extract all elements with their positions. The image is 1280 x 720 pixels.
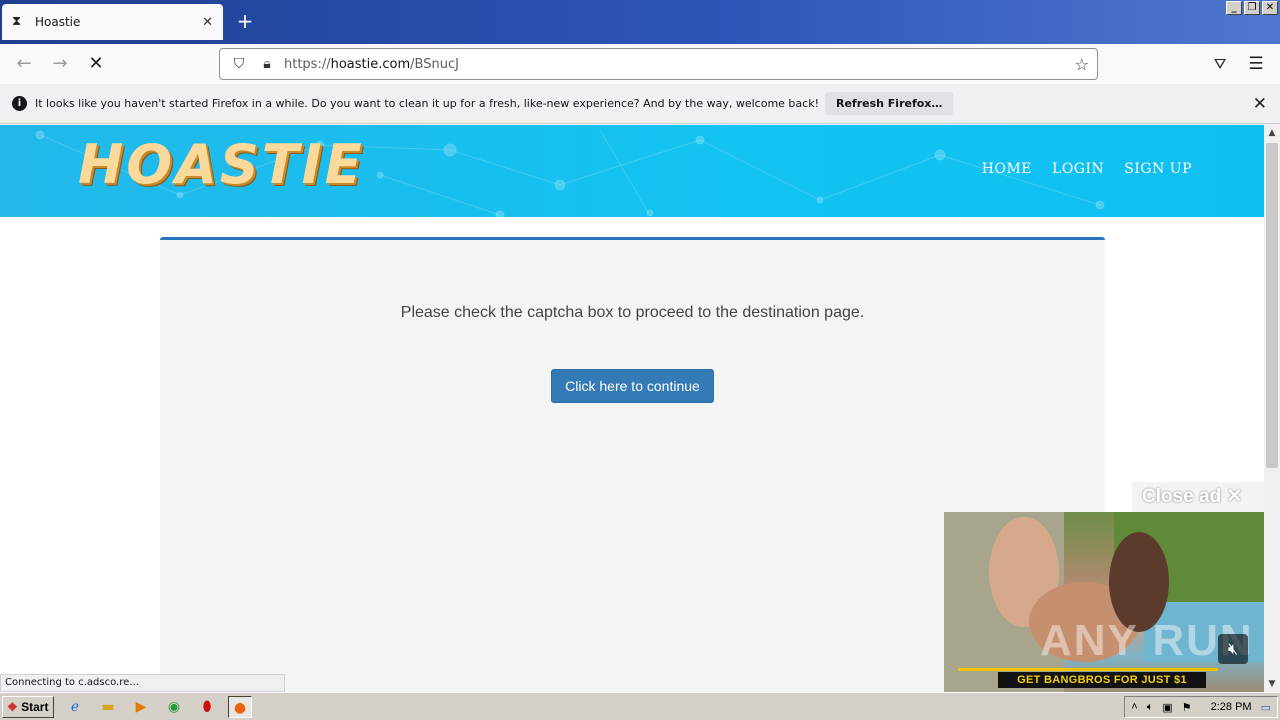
close-icon[interactable]: ✕ [202, 15, 213, 30]
chevron-up-icon[interactable]: ˄ [1131, 701, 1137, 713]
page-scrollbar[interactable]: ▲ ▼ [1264, 125, 1280, 692]
start-button[interactable]: ❖ Start [2, 695, 54, 718]
stop-loading-icon[interactable]: ✕ [84, 52, 108, 76]
notification-bar: i It looks like you haven't started Fire… [0, 84, 1280, 124]
scroll-up-icon[interactable]: ▲ [1264, 125, 1280, 141]
browser-tab-strip: ⧗ Hoastie ✕ + _ ❐ ✕ [0, 0, 1280, 44]
windows-taskbar: ❖ Start ℯ ▬ ▶ ◉ ⬮ ● ˄ 🔈︎ ▣ ⚑ 2:28 PM ▭ [0, 692, 1280, 720]
url-text[interactable]: https://hoastie.com/BSnucJ [284, 57, 1075, 72]
shield-icon[interactable]: ⛉ [228, 56, 250, 72]
network-icon[interactable]: ▣ [1162, 701, 1172, 714]
lock-icon[interactable]: 🔒︎ [256, 56, 278, 72]
volume-icon[interactable]: 🔈︎ [1147, 701, 1154, 714]
status-text: Connecting to c.adsco.re… [0, 674, 285, 692]
pocket-icon[interactable]: ⛛ [1208, 52, 1232, 76]
site-logo[interactable]: HOASTIE [78, 133, 365, 196]
tab-title: Hoastie [35, 15, 81, 29]
site-header: HOASTIE HOME LOGIN SIGN UP [0, 125, 1264, 217]
nav-home-link[interactable]: HOME [982, 161, 1032, 177]
back-arrow-icon[interactable]: ← [12, 52, 36, 76]
windows-logo-icon: ❖ [7, 699, 18, 714]
window-controls: _ ❐ ✕ [1226, 1, 1278, 15]
clock[interactable]: 2:28 PM [1211, 701, 1252, 713]
ad-banner[interactable]: GET BANGBROS FOR JUST $1 [998, 672, 1206, 688]
navigation-toolbar: ← → ✕ ⛉ 🔒︎ https://hoastie.com/BSnucJ ☆ … [0, 44, 1280, 84]
close-icon[interactable]: ✕ [1253, 94, 1267, 114]
refresh-firefox-button[interactable]: Refresh Firefox… [824, 92, 954, 115]
info-icon: i [12, 96, 27, 111]
chrome-icon[interactable]: ◉ [162, 696, 186, 718]
video-progress-bar[interactable] [958, 668, 1218, 671]
nav-signup-link[interactable]: SIGN UP [1124, 161, 1192, 177]
firefox-icon[interactable]: ● [228, 695, 252, 718]
folder-icon[interactable]: ▬ [96, 696, 120, 718]
video-ad[interactable]: ANY RUN 🔇︎ GET BANGBROS FOR JUST $1 [944, 512, 1264, 692]
media-player-icon[interactable]: ▶ [129, 696, 153, 718]
continue-button[interactable]: Click here to continue [551, 369, 714, 403]
scrollbar-thumb[interactable] [1266, 143, 1278, 468]
window-close-button[interactable]: ✕ [1262, 1, 1278, 15]
opera-icon[interactable]: ⬮ [195, 696, 219, 718]
forward-arrow-icon[interactable]: → [48, 52, 72, 76]
bookmark-star-icon[interactable]: ☆ [1075, 55, 1089, 74]
hamburger-menu-icon[interactable]: ☰ [1244, 52, 1268, 76]
new-tab-button[interactable]: + [234, 10, 256, 32]
scroll-down-icon[interactable]: ▼ [1264, 676, 1280, 692]
nav-login-link[interactable]: LOGIN [1052, 161, 1104, 177]
show-desktop-icon[interactable]: ▭ [1261, 701, 1271, 714]
restore-button[interactable]: ❐ [1244, 1, 1260, 15]
site-nav: HOME LOGIN SIGN UP [982, 161, 1192, 177]
url-bar[interactable]: ⛉ 🔒︎ https://hoastie.com/BSnucJ ☆ [219, 48, 1098, 80]
notification-message: It looks like you haven't started Firefo… [35, 97, 819, 110]
flag-icon[interactable]: ⚑ [1182, 701, 1192, 714]
close-ad-button[interactable]: Close ad ✕ [1132, 482, 1264, 512]
muted-speaker-icon[interactable]: 🔇︎ [1218, 634, 1248, 664]
captcha-message: Please check the captcha box to proceed … [400, 304, 865, 321]
minimize-button[interactable]: _ [1226, 1, 1242, 15]
browser-tab[interactable]: ⧗ Hoastie ✕ [2, 4, 223, 40]
internet-explorer-icon[interactable]: ℯ [63, 696, 87, 718]
system-tray: ˄ 🔈︎ ▣ ⚑ 2:28 PM ▭ [1124, 696, 1278, 718]
hourglass-icon: ⧗ [12, 14, 22, 29]
